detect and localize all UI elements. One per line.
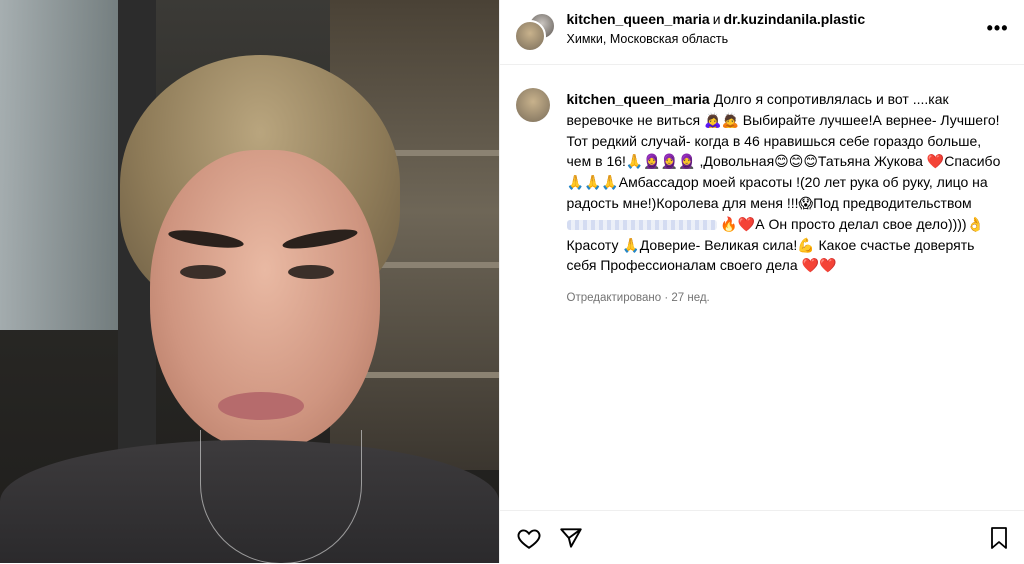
post-photo[interactable] [0,0,499,563]
avatar[interactable] [513,20,546,52]
shelf [360,372,499,378]
heart-icon[interactable] [516,525,542,556]
instagram-post: kitchen_queen_maria и dr.kuzindanila.plast… [0,0,1024,563]
blurred-mention [566,220,717,231]
send-icon[interactable] [558,525,584,556]
post-meta: Отредактировано · 27 нед. [566,292,710,304]
caption-text: Долго я сопротивлялась и вот ....как вер… [566,91,1001,211]
lips [218,392,304,420]
location-link[interactable]: Химки, Московская область [567,32,729,46]
post-side-panel: kitchen_queen_maria и dr.kuzindanila.plast… [498,0,1024,564]
left-eye [180,265,226,279]
bookmark-icon[interactable] [987,525,1011,556]
username-link[interactable]: dr.kuzindanila.plastic [724,11,866,27]
author-names: kitchen_queen_maria и dr.kuzindanila.plast… [567,11,866,27]
post-header: kitchen_queen_maria и dr.kuzindanila.plast… [499,0,1024,65]
collab-avatars[interactable] [513,12,556,52]
conjunction: и [712,11,721,27]
more-options-icon[interactable]: ••• [987,18,1009,39]
avatar[interactable] [515,88,550,122]
username-link[interactable]: kitchen_queen_maria [567,11,710,27]
right-eye [288,265,334,279]
action-bar [499,510,1024,564]
post-caption: kitchen_queen_maria Долго я сопротивлялас… [566,89,1007,276]
username-link[interactable]: kitchen_queen_maria [567,91,710,107]
window-bg [0,0,120,330]
